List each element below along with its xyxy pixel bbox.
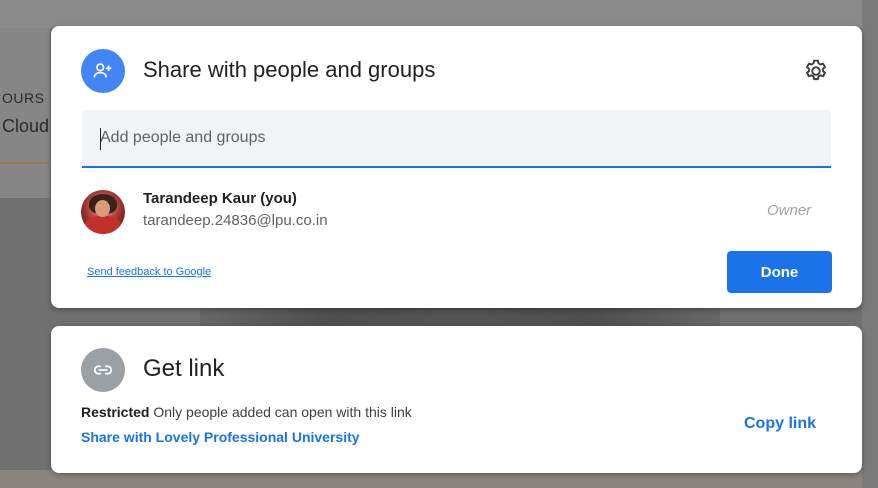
background-left-panel (0, 28, 50, 198)
gear-icon[interactable] (803, 58, 829, 84)
access-description: Restricted Only people added can open wi… (81, 404, 412, 420)
person-email: tarandeep.24836@lpu.co.in (143, 212, 328, 229)
add-people-input[interactable] (82, 110, 831, 166)
send-feedback-link[interactable]: Send feedback to Google (87, 266, 211, 278)
get-link-title: Get link (143, 355, 225, 382)
background-text: OURS (2, 90, 45, 106)
background-divider (0, 162, 50, 164)
avatar (81, 190, 125, 234)
add-people-field[interactable] (82, 110, 831, 168)
access-level[interactable]: Restricted (81, 404, 149, 420)
access-description-text: Only people added can open with this lin… (153, 404, 412, 420)
share-dialog: Share with people and groups Tarandeep K… (51, 26, 862, 308)
share-with-org-link[interactable]: Share with Lovely Professional Universit… (81, 429, 360, 445)
person-role: Owner (767, 202, 812, 219)
dialog-title: Share with people and groups (143, 57, 436, 82)
background-text: Cloud (2, 116, 50, 136)
copy-link-button[interactable]: Copy link (744, 415, 816, 433)
background-top-bar (0, 0, 878, 28)
background-right-edge (862, 0, 878, 488)
person-add-icon (81, 49, 125, 93)
person-name: Tarandeep Kaur (you) (143, 190, 297, 207)
get-link-card: Get link Restricted Only people added ca… (51, 326, 862, 473)
link-icon (81, 348, 125, 392)
done-button[interactable]: Done (727, 251, 832, 293)
text-caret (100, 128, 101, 150)
